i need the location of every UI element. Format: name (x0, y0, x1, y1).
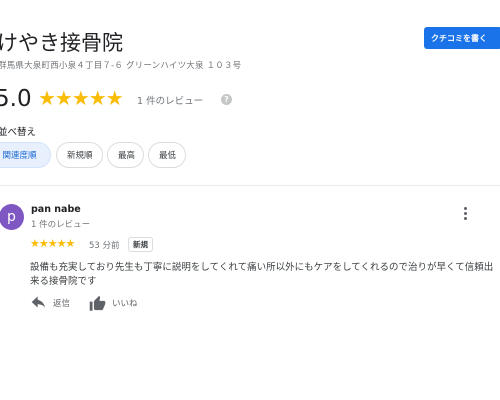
place-address: 群馬県大泉町西小泉４丁目７-６ グリーンハイツ大泉 １０３号 (0, 61, 242, 71)
overall-rating: 5.0 (0, 86, 32, 112)
overall-stars: ★★★★★ (38, 86, 124, 110)
avatar[interactable]: p (0, 204, 24, 230)
reply-label: 返信 (53, 299, 71, 309)
reviewer-review-count: 1 件のレビュー (31, 220, 91, 230)
review-count[interactable]: 1 件のレビュー (137, 93, 203, 107)
write-review-button[interactable]: クチコミを書く (424, 27, 500, 49)
like-label: いいね (112, 299, 138, 309)
review-stars: ★★★★★ (30, 237, 75, 250)
sort-chip-relevance[interactable]: 関連度順 (0, 142, 51, 168)
place-title: けやき接骨院 (0, 31, 123, 55)
reviewer-name[interactable]: pan nabe (31, 204, 81, 215)
sort-chip-highest[interactable]: 最高 (107, 142, 144, 168)
review-time: 53 分前 (89, 241, 120, 251)
reply-button[interactable]: 返信 (31, 294, 70, 312)
thumb-up-icon (89, 295, 106, 311)
more-vert-icon[interactable] (458, 205, 472, 225)
section-divider (0, 185, 500, 186)
sort-chip-lowest[interactable]: 最低 (148, 142, 186, 168)
new-badge: 新規 (128, 237, 153, 252)
sort-chip-newest[interactable]: 新規順 (56, 142, 103, 168)
sort-label: 並べ替え (0, 127, 37, 138)
like-button[interactable]: いいね (89, 294, 138, 312)
reply-icon (31, 296, 45, 308)
review-text: 設備も充実しており先生も丁寧に説明をしてくれて痛い所以外にもケアをしてくれるので… (30, 262, 494, 287)
info-icon[interactable]: ? (221, 94, 232, 105)
